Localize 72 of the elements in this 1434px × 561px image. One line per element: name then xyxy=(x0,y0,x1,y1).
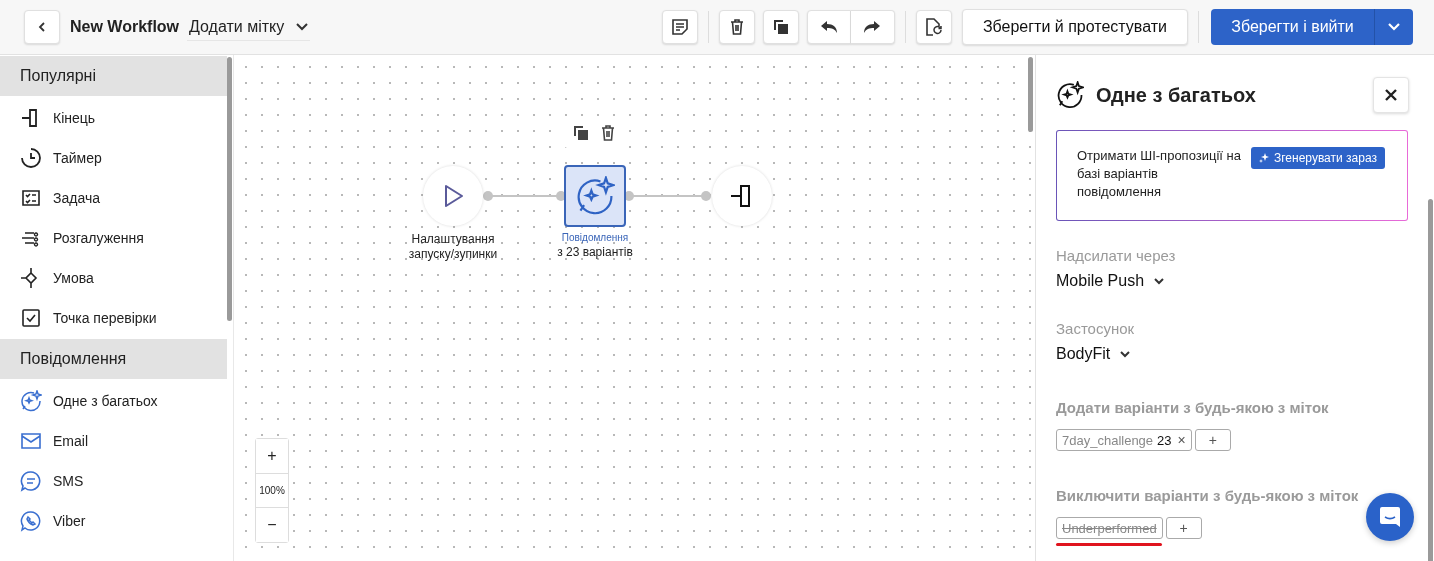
sidebar-item[interactable]: Viber xyxy=(0,501,220,541)
phone-chat-icon xyxy=(20,510,42,532)
chevron-down-icon xyxy=(1154,277,1165,285)
node-label: Налаштування запуску/зупинки xyxy=(407,232,499,262)
field-label: Застосунок xyxy=(1056,320,1135,337)
dropdown[interactable]: Mobile Push xyxy=(1056,272,1165,290)
copy-icon xyxy=(772,19,789,35)
port-dot[interactable] xyxy=(483,191,493,201)
node-label: з 23 варіантів xyxy=(557,245,633,260)
sparkle-chat-icon xyxy=(20,390,42,412)
node-type: Повідомлення xyxy=(561,232,629,243)
chevron-left-icon xyxy=(36,21,48,33)
tag-dropdown[interactable]: Додати мітку xyxy=(187,13,311,41)
undo-icon xyxy=(819,20,838,34)
save-test-button[interactable]: Зберегти й протестувати xyxy=(961,9,1188,45)
envelope-icon xyxy=(20,430,42,452)
chat-icon xyxy=(1379,506,1401,528)
tag-text: Underperformed xyxy=(1062,520,1157,536)
close-icon xyxy=(1385,89,1397,101)
workflow-title: New Workflow xyxy=(70,18,180,36)
sidebar-item[interactable]: Кінець xyxy=(0,98,220,138)
ai-suggestion-text: Отримати ШІ-пропозиції на базі варіантів повідомлення xyxy=(1077,147,1242,201)
copy-icon[interactable] xyxy=(573,125,589,141)
caret-icon xyxy=(1388,23,1400,31)
tag-count: 23 xyxy=(1157,432,1172,448)
checklist-icon xyxy=(20,187,42,209)
section-header: Повідомлення xyxy=(0,339,227,379)
port-dot[interactable] xyxy=(701,191,711,201)
redo-icon xyxy=(863,20,882,34)
start-node[interactable] xyxy=(423,166,483,226)
timer-icon xyxy=(20,147,42,169)
message-node[interactable] xyxy=(564,165,626,227)
chevron-down-icon xyxy=(296,22,309,31)
end-node[interactable] xyxy=(712,166,772,226)
chat-icon xyxy=(20,470,42,492)
note-icon xyxy=(670,18,689,36)
panel-title: Одне з багатьох xyxy=(1096,83,1257,107)
add-tag-button[interactable]: + xyxy=(1165,517,1202,539)
sidebar-item[interactable]: Точка перевірки xyxy=(0,298,220,338)
tag-text: 7day_challenge xyxy=(1062,432,1154,448)
field-label: Надсилати через xyxy=(1056,247,1176,264)
add-tag-button[interactable]: + xyxy=(1194,429,1231,451)
sidebar-item[interactable]: Умова xyxy=(0,258,220,298)
sidebar-item[interactable]: Email xyxy=(0,421,220,461)
close-button[interactable] xyxy=(1373,77,1409,113)
sparkle-icon xyxy=(1259,153,1269,163)
tag-chip[interactable]: Underperformed xyxy=(1056,517,1163,539)
document-refresh-icon xyxy=(924,17,943,37)
group-label: Додати варіанти з будь-якою з міток xyxy=(1056,399,1329,416)
undo-button[interactable] xyxy=(806,10,851,44)
trash-icon[interactable] xyxy=(599,124,617,142)
delete-button[interactable] xyxy=(718,10,755,44)
generate-button[interactable]: Згенерувати зараз xyxy=(1251,147,1385,169)
sparkle-chat-icon xyxy=(1056,81,1084,109)
group-label: Виключити варіанти з будь-якою з міток xyxy=(1056,487,1359,504)
note-button[interactable] xyxy=(661,10,698,44)
chat-button[interactable] xyxy=(1366,493,1414,541)
sidebar-item[interactable]: Одне з багатьох xyxy=(0,381,220,421)
sidebar-item[interactable]: Розгалуження xyxy=(0,218,220,258)
sidebar-item[interactable]: Задача xyxy=(0,178,220,218)
sparkle-chat-icon xyxy=(575,176,615,216)
section-header: Популярні xyxy=(0,56,227,96)
checkbox-icon xyxy=(20,307,42,329)
chevron-down-icon xyxy=(1120,350,1131,358)
redo-button[interactable] xyxy=(850,10,895,44)
sidebar-item[interactable]: SMS xyxy=(0,461,220,501)
history-button[interactable] xyxy=(915,10,952,44)
tag-chip[interactable]: 7day_challenge 23 × xyxy=(1056,429,1192,451)
dropdown[interactable]: BodyFit xyxy=(1056,345,1131,363)
sidebar-item[interactable]: Таймер xyxy=(0,138,220,178)
remove-tag-button[interactable]: × xyxy=(1175,432,1186,448)
copy-button[interactable] xyxy=(762,10,799,44)
